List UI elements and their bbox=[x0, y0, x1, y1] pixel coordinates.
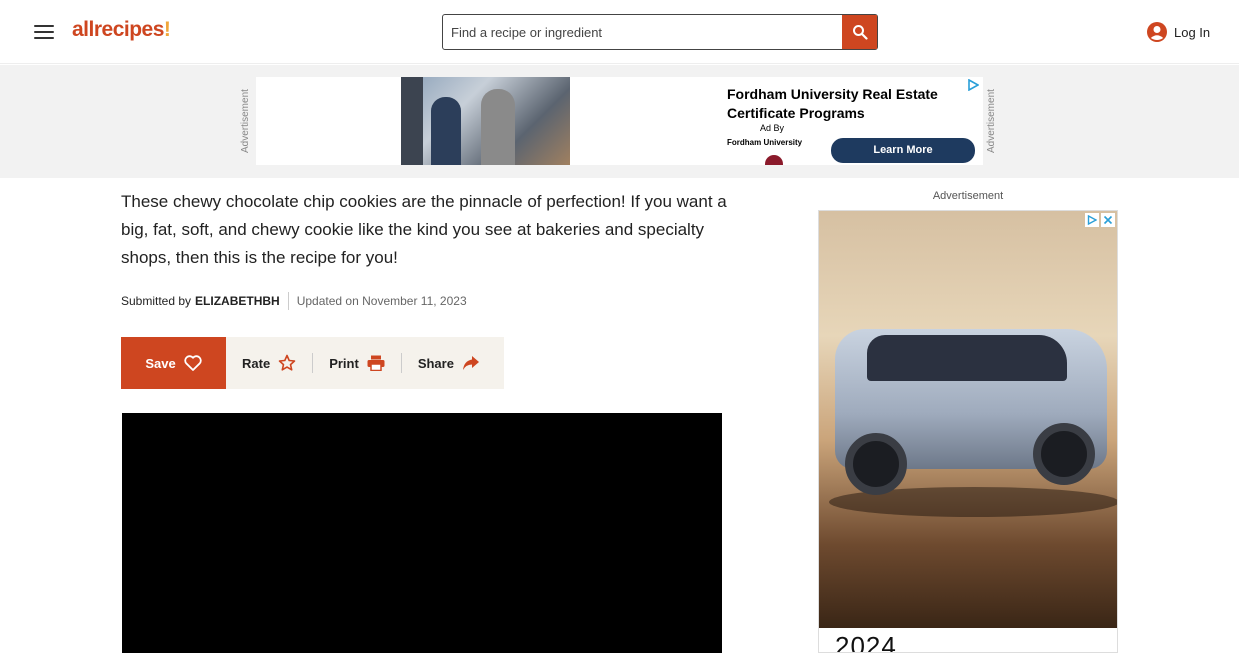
ad-title: Fordham University Real Estate Certifica… bbox=[727, 86, 938, 121]
share-arrow-icon bbox=[462, 356, 479, 370]
rate-button[interactable]: Rate bbox=[226, 337, 312, 389]
updated-date: Updated on November 11, 2023 bbox=[296, 294, 467, 308]
car-ad-image bbox=[819, 211, 1117, 628]
close-icon[interactable] bbox=[1101, 213, 1115, 227]
logo-bang: ! bbox=[163, 18, 171, 41]
share-label: Share bbox=[417, 355, 454, 371]
byline-divider bbox=[287, 292, 289, 310]
fordham-seal-icon bbox=[765, 155, 783, 165]
site-header: allrecipes! Log In bbox=[0, 0, 1239, 64]
rate-label: Rate bbox=[242, 355, 271, 371]
search-icon bbox=[852, 25, 868, 40]
login-button[interactable]: Log In bbox=[1146, 21, 1210, 43]
recipe-intro: These chewy chocolate chip cookies are t… bbox=[121, 192, 727, 267]
ad-org: Fordham University bbox=[727, 138, 803, 147]
account-icon bbox=[1147, 22, 1167, 42]
ad-badges bbox=[1085, 213, 1115, 227]
logo-text: allrecipes bbox=[72, 18, 164, 41]
recipe-action-bar: Save Rate Print Share bbox=[121, 337, 504, 389]
rail-ad-year: 2024 bbox=[835, 631, 897, 653]
star-icon bbox=[278, 354, 296, 371]
print-button[interactable]: Print bbox=[313, 337, 401, 389]
menu-icon[interactable] bbox=[32, 21, 56, 43]
ad-label-left: Advertisement bbox=[240, 89, 251, 153]
submitted-by-label: Submitted by bbox=[121, 294, 192, 308]
search-bar bbox=[442, 14, 878, 50]
heart-icon bbox=[184, 355, 202, 371]
top-ad-banner[interactable]: Fordham University Real Estate Certifica… bbox=[256, 77, 983, 165]
ad-label-right: Advertisement bbox=[986, 89, 997, 153]
search-input[interactable] bbox=[443, 15, 843, 49]
share-button[interactable]: Share bbox=[402, 337, 496, 389]
adchoices-icon[interactable] bbox=[1085, 213, 1099, 227]
login-label: Log In bbox=[1174, 24, 1211, 40]
save-button[interactable]: Save bbox=[121, 337, 226, 389]
byline: Submitted by ELIZABETHBH Updated on Nove… bbox=[121, 292, 467, 310]
learn-more-button[interactable]: Learn More bbox=[831, 138, 975, 163]
save-label: Save bbox=[145, 355, 176, 371]
rail-ad[interactable]: 2024 bbox=[818, 210, 1118, 653]
printer-icon bbox=[367, 355, 385, 371]
rail-ad-label: Advertisement bbox=[932, 190, 1004, 202]
print-label: Print bbox=[329, 355, 359, 371]
ad-photo bbox=[401, 77, 570, 165]
search-button[interactable] bbox=[842, 15, 877, 49]
ad-by: Ad By bbox=[760, 123, 785, 133]
adchoices-icon[interactable] bbox=[967, 79, 979, 91]
video-player[interactable] bbox=[122, 413, 722, 653]
author-link[interactable]: ELIZABETHBH bbox=[195, 294, 280, 308]
allrecipes-logo[interactable]: allrecipes! bbox=[72, 18, 171, 42]
